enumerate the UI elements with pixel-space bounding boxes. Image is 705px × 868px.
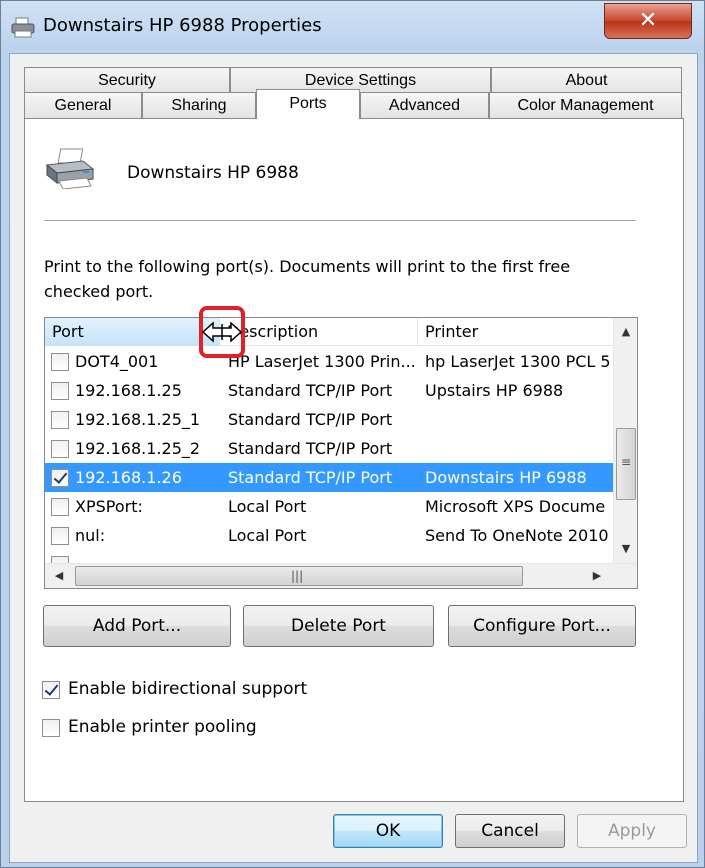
pooling-label: Enable printer pooling xyxy=(68,717,257,737)
delete-port-button[interactable]: Delete Port xyxy=(243,605,434,647)
table-row-partial[interactable] xyxy=(45,550,613,563)
port-checkbox[interactable] xyxy=(51,353,69,371)
table-row[interactable]: 192.168.1.25_2 Standard TCP/IP Port xyxy=(45,434,613,463)
printer-cell xyxy=(425,405,611,434)
column-resize-cursor-icon xyxy=(201,321,243,343)
printer-icon xyxy=(11,17,35,38)
port-cell: XPSPort: xyxy=(75,497,143,516)
horizontal-scrollbar[interactable]: ◀ ||| ▶ xyxy=(45,563,637,588)
configure-port-button[interactable]: Configure Port... xyxy=(448,605,636,647)
description-cell: HP LaserJet 1300 Prin... xyxy=(228,352,414,371)
description-cell: Standard TCP/IP Port xyxy=(228,381,393,400)
port-checkbox[interactable] xyxy=(51,411,69,429)
port-cell: 192.168.1.25_2 xyxy=(75,439,201,458)
column-header-port[interactable]: Port xyxy=(45,318,220,346)
horizontal-scroll-thumb[interactable]: ||| xyxy=(75,566,523,586)
scroll-left-arrow-icon[interactable]: ◀ xyxy=(49,566,69,586)
scroll-right-arrow-icon[interactable]: ▶ xyxy=(587,566,607,586)
tab-about[interactable]: About xyxy=(491,67,682,93)
printer-cell: Upstairs HP 6988 xyxy=(425,381,564,400)
pooling-checkbox[interactable] xyxy=(42,719,60,737)
printer-cell: Microsoft XPS Docume xyxy=(425,497,606,516)
description-cell: Local Port xyxy=(228,526,307,545)
vertical-scrollbar[interactable]: ▲ ≡ ▼ xyxy=(613,318,637,563)
bidirectional-label: Enable bidirectional support xyxy=(68,679,308,699)
separator-line xyxy=(44,220,636,222)
instructions-text: Print to the following port(s). Document… xyxy=(44,257,571,301)
port-cell: 192.168.1.25_1 xyxy=(75,410,201,429)
tab-advanced[interactable]: Advanced xyxy=(360,92,489,118)
scroll-down-arrow-icon[interactable]: ▼ xyxy=(616,539,636,559)
apply-button[interactable]: Apply xyxy=(577,814,687,848)
title-bar[interactable]: Downstairs HP 6988 Properties ✕ xyxy=(1,1,704,53)
window-title: Downstairs HP 6988 Properties xyxy=(43,15,322,36)
ports-list-header: Port Description Printer xyxy=(45,318,613,346)
port-checkbox[interactable] xyxy=(51,498,69,516)
add-port-button[interactable]: Add Port... xyxy=(43,605,231,647)
table-row[interactable]: DOT4_001 HP LaserJet 1300 Prin... hp Las… xyxy=(45,347,613,376)
table-row-selected[interactable]: 192.168.1.26 Standard TCP/IP Port Downst… xyxy=(45,463,613,492)
ports-tab-panel: Downstairs HP 6988 Print to the followin… xyxy=(24,118,684,802)
description-cell: Standard TCP/IP Port xyxy=(228,468,393,487)
printer-cell: Downstairs HP 6988 xyxy=(425,468,587,487)
grip-icon: ≡ xyxy=(621,455,632,469)
table-row[interactable]: XPSPort: Local Port Microsoft XPS Docume xyxy=(45,492,613,521)
port-checkbox[interactable] xyxy=(51,527,69,545)
cancel-button[interactable]: Cancel xyxy=(455,814,565,848)
port-cell: nul: xyxy=(75,526,106,545)
ok-button[interactable]: OK xyxy=(333,814,443,848)
close-icon: ✕ xyxy=(638,8,658,33)
table-row[interactable]: nul: Local Port Send To OneNote 2010 xyxy=(45,521,613,550)
description-cell: Standard TCP/IP Port xyxy=(228,439,393,458)
grip-icon: ||| xyxy=(291,569,304,583)
tab-color-management[interactable]: Color Management xyxy=(489,92,682,118)
port-cell: 192.168.1.25 xyxy=(75,381,182,400)
printer-cell: Send To OneNote 2010 xyxy=(425,526,609,545)
printer-cell xyxy=(425,434,611,463)
table-row[interactable]: 192.168.1.25 Standard TCP/IP Port Upstai… xyxy=(45,376,613,405)
vertical-scroll-thumb[interactable]: ≡ xyxy=(616,428,636,500)
tab-security[interactable]: Security xyxy=(24,67,230,93)
close-button[interactable]: ✕ xyxy=(604,3,692,39)
port-cell: 192.168.1.26 xyxy=(75,468,182,487)
port-checkbox-checked[interactable] xyxy=(51,469,69,487)
column-header-printer[interactable]: Printer xyxy=(418,318,613,346)
column-header-description[interactable]: Description xyxy=(220,318,418,346)
tab-general[interactable]: General xyxy=(24,92,142,118)
table-row[interactable]: 192.168.1.25_1 Standard TCP/IP Port xyxy=(45,405,613,434)
description-cell: Local Port xyxy=(228,497,307,516)
dialog-client-area: Security Device Settings About General S… xyxy=(9,53,698,863)
description-cell: Standard TCP/IP Port xyxy=(228,410,393,429)
printer-pooling-option[interactable]: Enable printer pooling xyxy=(42,717,342,743)
ports-listview[interactable]: Port Description Printer DOT4_001 HP Las… xyxy=(44,317,638,589)
tab-sharing[interactable]: Sharing xyxy=(142,92,256,118)
printer-icon xyxy=(45,148,95,189)
bidirectional-support-option[interactable]: Enable bidirectional support xyxy=(42,679,342,705)
scroll-up-arrow-icon[interactable]: ▲ xyxy=(616,322,636,342)
properties-dialog: Downstairs HP 6988 Properties ✕ Security… xyxy=(0,0,705,868)
printer-name-label: Downstairs HP 6988 xyxy=(127,163,299,183)
tab-ports[interactable]: Ports xyxy=(256,89,360,119)
port-checkbox[interactable] xyxy=(51,382,69,400)
port-checkbox[interactable] xyxy=(51,440,69,458)
bidirectional-checkbox[interactable] xyxy=(42,681,60,699)
printer-cell: hp LaserJet 1300 PCL 5 xyxy=(425,352,611,371)
port-checkbox[interactable] xyxy=(51,556,69,563)
